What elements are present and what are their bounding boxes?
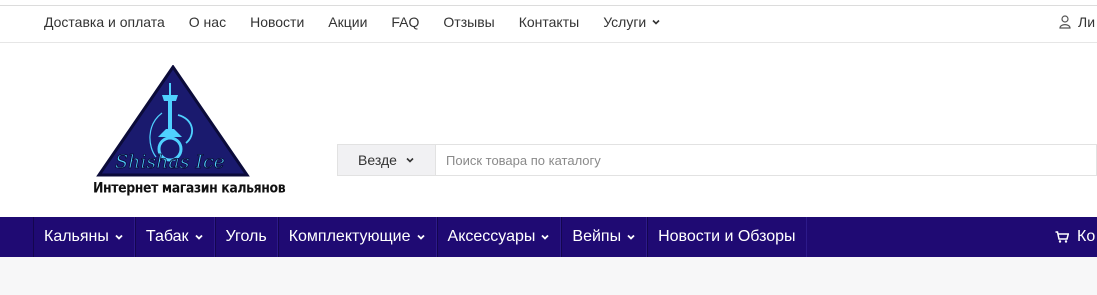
search-input[interactable] <box>435 144 1097 176</box>
main-nav-coal[interactable]: Уголь <box>214 217 278 257</box>
chevron-down-icon <box>652 19 660 25</box>
chevron-down-icon <box>194 234 203 240</box>
main-nav-news-reviews-label: Новости и Обзоры <box>658 228 796 245</box>
top-nav-faq[interactable]: FAQ <box>391 14 419 30</box>
cart-label: Ко <box>1077 228 1096 245</box>
top-nav: Доставка и оплата О нас Новости Акции FA… <box>44 14 685 30</box>
main-nav-vapes-label: Вейпы <box>572 228 622 245</box>
main-nav-coal-label: Уголь <box>225 228 267 245</box>
top-nav-reviews[interactable]: Отзывы <box>443 14 494 30</box>
main-nav-vapes[interactable]: Вейпы <box>561 217 648 257</box>
chevron-down-icon <box>416 234 425 240</box>
top-nav-delivery[interactable]: Доставка и оплата <box>44 14 165 30</box>
top-nav-contacts[interactable]: Контакты <box>519 14 579 30</box>
main-nav-news-reviews[interactable]: Новости и Обзоры <box>647 217 807 257</box>
login-link[interactable]: Ли <box>1059 14 1095 30</box>
top-divider <box>0 5 1097 6</box>
top-nav-promotions[interactable]: Акции <box>328 14 367 30</box>
main-nav-components-label: Комплектующие <box>288 228 411 245</box>
top-nav-services-label: Услуги <box>603 14 647 30</box>
search-bar: Везде <box>337 144 1097 176</box>
top-nav-services[interactable]: Услуги <box>603 14 661 30</box>
svg-text:Shishas Ice: Shishas Ice <box>115 151 225 173</box>
user-icon <box>1059 15 1071 29</box>
cart-button[interactable]: Ко <box>1055 217 1095 257</box>
chevron-down-icon <box>115 234 123 240</box>
main-nav-components[interactable]: Комплектующие <box>277 217 437 257</box>
main-menu: Кальяны Табак Уголь Комплектующие Аксесс… <box>33 217 807 257</box>
login-label: Ли <box>1078 14 1096 30</box>
search-scope-label: Везде <box>358 152 397 168</box>
top-nav-news[interactable]: Новости <box>250 14 304 30</box>
search-scope-select[interactable]: Везде <box>337 144 435 176</box>
chevron-down-icon <box>541 234 550 240</box>
cart-icon <box>1055 231 1069 243</box>
top-nav-about[interactable]: О нас <box>189 14 226 30</box>
top-bar: Доставка и оплата О нас Новости Акции FA… <box>0 0 1097 43</box>
header: Shishas Ice Интернет магазин кальянов Ве… <box>0 43 1097 217</box>
main-nav-accessories[interactable]: Аксессуары <box>436 217 562 257</box>
chevron-down-icon <box>406 157 414 163</box>
main-nav-accessories-label: Аксессуары <box>447 228 536 245</box>
main-nav-tobacco[interactable]: Табак <box>134 217 215 257</box>
main-nav-tobacco-label: Табак <box>145 228 189 245</box>
main-nav-hookahs-label: Кальяны <box>44 228 109 245</box>
main-nav-hookahs[interactable]: Кальяны <box>33 217 135 257</box>
logo-subtitle: Интернет магазин кальянов <box>93 179 286 196</box>
main-nav: Кальяны Табак Уголь Комплектующие Аксесс… <box>0 217 1097 257</box>
chevron-down-icon <box>627 234 635 240</box>
